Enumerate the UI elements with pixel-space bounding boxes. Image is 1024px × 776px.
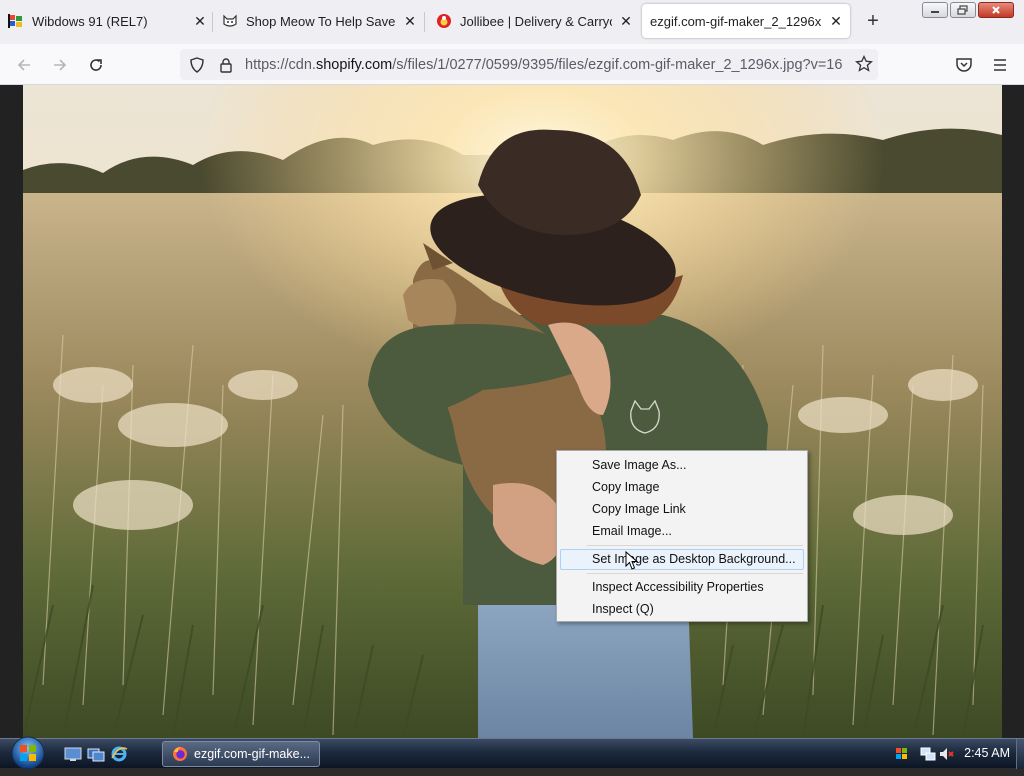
desktop-icon [64,747,82,761]
taskbar-item-browser-window[interactable]: ezgif.com-gif-make... [162,741,320,767]
url-text[interactable]: https://cdn.shopify.com/s/files/1/0277/0… [245,57,843,73]
menu-item-inspect-accessibility[interactable]: Inspect Accessibility Properties [560,577,804,598]
reload-button[interactable] [85,54,107,76]
tab-wibdows[interactable]: Wibdows 91 (REL7) ✕ [8,2,208,40]
menu-item-inspect[interactable]: Inspect (Q) [560,599,804,620]
navigation-toolbar: https://cdn.shopify.com/s/files/1/0277/0… [0,44,1024,85]
pocket-icon [956,58,972,72]
tab-close-icon[interactable]: ✕ [828,13,844,29]
tab-image-active[interactable]: ezgif.com-gif-maker_2_1296x.jpg ✕ [642,4,850,38]
tab-close-icon[interactable]: ✕ [618,13,634,29]
url-prefix: https://cdn. [245,56,316,73]
tab-shop-meow[interactable]: Shop Meow To Help Save Hom ✕ [222,2,418,40]
url-domain: shopify.com [315,56,393,73]
menu-item-save-image-as[interactable]: Save Image As... [560,455,804,476]
bookmark-star-icon[interactable] [855,55,873,73]
hamburger-menu-icon [994,59,1006,71]
tab-close-icon[interactable]: ✕ [192,13,208,29]
tab-separator [212,12,213,32]
network-icon[interactable] [920,746,936,762]
menu-separator [587,545,803,546]
tab-title: ezgif.com-gif-maker_2_1296x.jpg [650,13,822,29]
mouse-cursor-icon [625,551,639,570]
cat-face-icon [222,13,238,29]
page-content: Save Image As... Copy Image Copy Image L… [0,85,1024,738]
taskbar-item-label: ezgif.com-gif-make... [194,747,311,761]
minimize-icon [931,11,939,13]
firefox-icon [173,747,187,761]
jollibee-bee-icon [436,13,452,29]
action-center-flag-icon[interactable] [894,746,910,762]
new-tab-button[interactable]: + [862,10,884,32]
system-tray: 2:45 AM [884,739,1024,769]
image-context-menu: Save Image As... Copy Image Copy Image L… [556,450,808,622]
quicklaunch-internet-explorer[interactable] [110,745,128,763]
displayed-image[interactable] [23,85,1002,738]
menu-separator [587,573,803,574]
reload-icon [90,59,102,71]
photo-woman-hugging-cat [23,85,1002,738]
start-button[interactable] [8,735,48,771]
back-button[interactable] [13,54,35,76]
close-window-button[interactable] [978,2,1014,18]
switch-windows-icon [87,748,105,762]
menu-item-copy-image-link[interactable]: Copy Image Link [560,499,804,520]
menu-item-set-desktop-background[interactable]: Set Image as Desktop Background... [560,549,804,570]
quicklaunch-switch-windows[interactable] [87,745,105,763]
lock-icon[interactable] [218,57,234,73]
close-icon [992,6,1000,14]
start-orb-icon [11,736,45,770]
tab-separator [424,12,425,32]
system-clock[interactable]: 2:45 AM [964,746,1010,760]
minimize-button[interactable] [922,2,948,18]
tab-title: Jollibee | Delivery & Carryout [460,13,612,29]
show-desktop-button[interactable] [1016,739,1024,769]
menu-item-copy-image[interactable]: Copy Image [560,477,804,498]
restore-button[interactable] [950,2,976,18]
taskbar: ezgif.com-gif-make... 2:45 AM [0,735,1024,771]
tab-jollibee[interactable]: Jollibee | Delivery & Carryout ✕ [436,2,634,40]
tracking-shield-icon[interactable] [188,56,206,74]
menu-item-email-image[interactable]: Email Image... [560,521,804,542]
wibdows-flag-icon [8,13,24,29]
pocket-button[interactable] [953,54,975,76]
quicklaunch-show-desktop[interactable] [64,745,82,763]
forward-arrow-icon [54,59,67,71]
tab-title: Wibdows 91 (REL7) [32,13,148,29]
tab-strip: Wibdows 91 (REL7) ✕ Shop Meow To Help Sa… [0,0,1024,44]
restore-icon [957,5,968,15]
tab-title: Shop Meow To Help Save Hom [246,13,396,29]
volume-muted-icon[interactable] [938,746,954,762]
menu-button[interactable] [989,54,1011,76]
back-arrow-icon [17,59,30,71]
tab-close-icon[interactable]: ✕ [402,13,418,29]
forward-button[interactable] [49,54,71,76]
window-controls [922,2,1014,18]
address-bar[interactable]: https://cdn.shopify.com/s/files/1/0277/0… [180,49,878,80]
internet-explorer-icon [111,746,128,762]
url-path: /s/files/1/0277/0599/9395/files/ezgif.co… [392,56,843,73]
